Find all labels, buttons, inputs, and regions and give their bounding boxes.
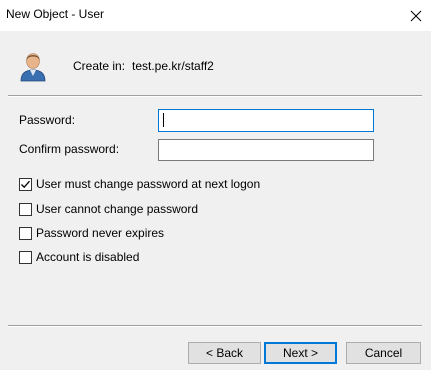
back-button[interactable]: < Back — [188, 342, 261, 364]
user-icon — [20, 53, 46, 82]
window-title: New Object - User — [6, 7, 105, 21]
create-in-path: test.pe.kr/staff2 — [132, 59, 214, 73]
close-icon — [410, 10, 422, 21]
next-button[interactable]: Next > — [264, 342, 337, 364]
option-label: User cannot change password — [36, 202, 199, 216]
option-label: Account is disabled — [36, 250, 140, 264]
confirm-password-label: Confirm password: — [19, 142, 120, 156]
checkmark-icon — [21, 180, 30, 188]
option-label: User must change password at next logon — [36, 177, 261, 191]
create-in-label: Create in: — [73, 59, 126, 73]
new-user-dialog: New Object - User Create in: test.pe.kr/… — [0, 0, 431, 370]
option-password-never-expires[interactable]: Password never expires — [19, 226, 164, 240]
option-account-disabled[interactable]: Account is disabled — [19, 250, 139, 264]
title-bar: New Object - User — [0, 0, 431, 31]
confirm-password-input[interactable] — [158, 139, 374, 161]
bottom-divider — [8, 325, 422, 327]
option-label: Password never expires — [36, 226, 165, 240]
checkbox[interactable] — [19, 177, 32, 191]
text-caret — [163, 113, 164, 127]
close-button[interactable] — [401, 0, 431, 31]
password-input[interactable] — [158, 109, 374, 132]
password-label: Password: — [19, 113, 76, 127]
option-cannot-change-password[interactable]: User cannot change password — [19, 202, 198, 216]
checkbox[interactable] — [19, 202, 32, 216]
option-must-change-password[interactable]: User must change password at next logon — [19, 177, 260, 191]
checkbox[interactable] — [19, 250, 32, 264]
cancel-button[interactable]: Cancel — [346, 342, 421, 364]
top-divider — [8, 95, 422, 97]
checkbox[interactable] — [19, 226, 32, 240]
